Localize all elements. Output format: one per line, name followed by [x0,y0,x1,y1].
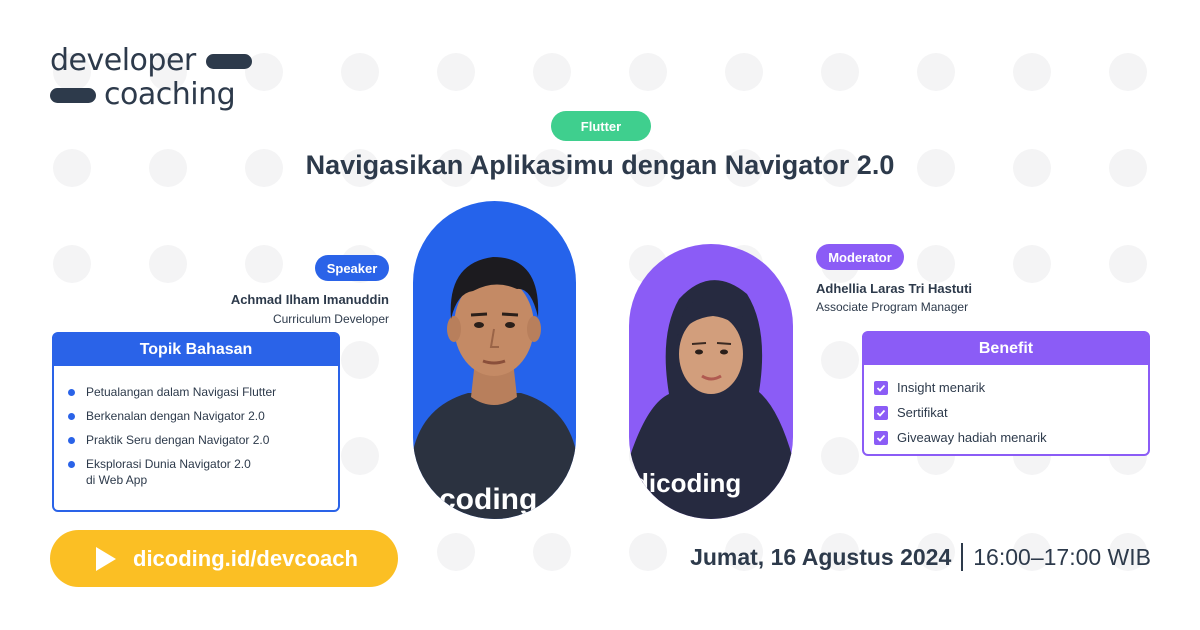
event-schedule: Jumat, 16 Agustus 2024 16:00–17:00 WIB [690,543,1151,571]
benefit-list: Insight menarik Sertifikat Giveaway hadi… [864,365,1148,450]
background-dot [629,533,667,571]
event-title: Navigasikan Aplikasimu dengan Navigator … [305,150,895,180]
background-dot [341,341,379,379]
topics-card: Topik Bahasan Petualangan dalam Navigasi… [52,332,340,512]
topics-heading: Topik Bahasan [54,334,338,366]
background-dot [533,53,571,91]
topic-item: Berkenalan dengan Navigator 2.0 [68,408,306,424]
background-dot [821,341,859,379]
benefit-item: Giveaway hadiah menarik [874,425,1148,450]
topic-item: Petualangan dalam Navigasi Flutter [68,384,306,400]
event-banner: developer coaching Flutter Navigasikan A… [0,0,1200,630]
background-dot [437,533,475,571]
background-dot [245,245,283,283]
background-dot [821,53,859,91]
background-dot [53,245,91,283]
logo-word-coaching: coaching [104,77,236,112]
moderator-role: Associate Program Manager [816,300,969,314]
register-link-text: dicoding.id/devcoach [133,545,358,571]
checkbox-checked-icon [874,380,888,395]
background-dot [917,53,955,91]
background-dot [1013,53,1051,91]
benefit-card: Benefit Insight menarik Sertifikat Givea… [862,331,1150,456]
developer-coaching-logo: developer coaching [50,44,252,112]
background-dot [341,437,379,475]
moderator-tag: Moderator [816,244,904,270]
background-dot [1109,245,1147,283]
benefit-item: Sertifikat [874,400,1148,425]
checkbox-checked-icon [874,405,888,420]
category-tag: Flutter [551,111,651,141]
moderator-portrait-illustration: dicoding [629,280,793,519]
event-date: Jumat, 16 Agustus 2024 [690,543,952,570]
background-dot [917,245,955,283]
speaker-role: Curriculum Developer [272,312,389,326]
background-dot [1013,245,1051,283]
play-icon [96,546,116,571]
logo-pill-shape [50,87,96,103]
bullet-icon [68,389,75,396]
logo-pill-shape [205,53,252,69]
background-dot [629,53,667,91]
background-dot [533,533,571,571]
background-dot [821,437,859,475]
topic-item: Praktik Seru dengan Navigator 2.0 [68,432,306,448]
register-link-button[interactable]: dicoding.id/devcoach [50,530,398,587]
background-dot [149,245,187,283]
speaker-portrait-illustration: coding [413,257,576,519]
event-time: 16:00–17:00 WIB [973,543,1151,570]
background-dot [437,53,475,91]
bullet-icon [68,437,75,444]
bullet-icon [68,413,75,420]
benefit-heading: Benefit [864,333,1148,365]
moderator-name: Adhellia Laras Tri Hastuti [816,281,973,296]
topics-list: Petualangan dalam Navigasi Flutter Berke… [54,366,338,488]
benefit-item: Insight menarik [874,375,1148,400]
background-dot [1109,53,1147,91]
bullet-icon [68,461,75,468]
divider [961,543,964,571]
topic-item: Eksplorasi Dunia Navigator 2.0 di Web Ap… [68,456,306,488]
background-dot [725,53,763,91]
checkbox-checked-icon [874,430,888,445]
background-dot [341,53,379,91]
speaker-name: Achmad Ilham Imanuddin [230,292,389,307]
speaker-tag: Speaker [315,255,389,281]
logo-word-developer: developer [50,43,196,78]
speaker-photo: coding [413,201,576,519]
moderator-photo: dicoding [629,244,793,519]
